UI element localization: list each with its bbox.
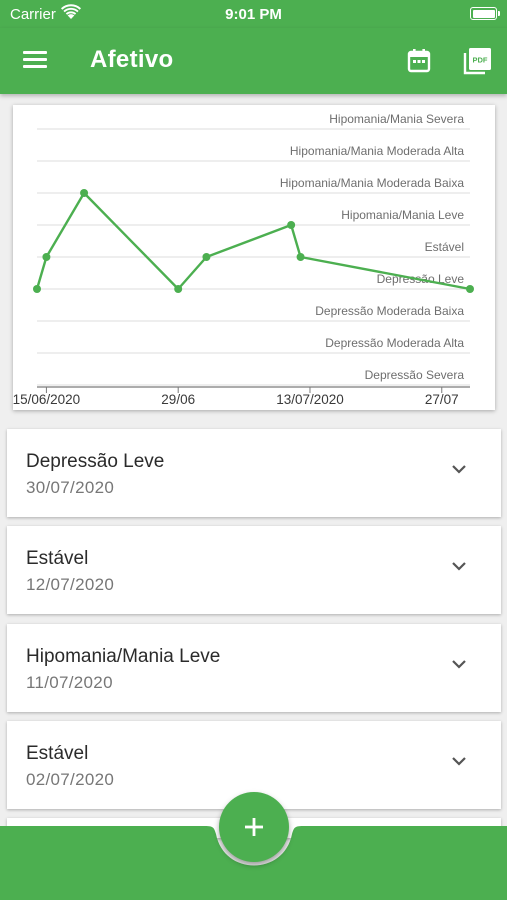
y-axis-label: Depressão Moderada Alta bbox=[325, 336, 464, 350]
mood-data-point bbox=[33, 285, 41, 293]
x-tick-label: 29/06 bbox=[161, 392, 195, 407]
y-axis-label: Hipomania/Mania Severa bbox=[329, 112, 464, 126]
entry-title: Depressão Leve bbox=[26, 451, 165, 472]
list-item[interactable]: Hipomania/Mania Leve 11/07/2020 bbox=[7, 624, 501, 712]
status-time: 9:01 PM bbox=[225, 6, 282, 23]
app-bar: Afetivo PDF bbox=[0, 28, 507, 94]
mood-data-point bbox=[42, 253, 51, 261]
entry-title: Estável bbox=[26, 548, 89, 569]
mood-data-point bbox=[202, 253, 211, 261]
y-axis-label: Estável bbox=[425, 240, 464, 254]
calendar-icon bbox=[407, 49, 431, 73]
list-item[interactable]: Estável 12/07/2020 bbox=[7, 526, 501, 614]
x-tick-label: 13/07/2020 bbox=[276, 392, 344, 407]
status-bar: Carrier 9:01 PM bbox=[0, 0, 507, 28]
entry-date: 12/07/2020 bbox=[26, 575, 115, 594]
entry-date: 02/07/2020 bbox=[26, 770, 115, 789]
y-axis-label: Hipomania/Mania Moderada Baixa bbox=[280, 176, 464, 190]
chevron-down-icon[interactable] bbox=[451, 463, 467, 475]
pdf-icon: PDF bbox=[463, 48, 491, 75]
entry-title: Hipomania/Mania Leve bbox=[26, 646, 221, 667]
menu-button[interactable] bbox=[18, 45, 52, 75]
y-axis-label: Depressão Moderada Baixa bbox=[315, 304, 464, 318]
chevron-down-icon[interactable] bbox=[451, 560, 467, 572]
entry-date: 30/07/2020 bbox=[26, 478, 115, 497]
mood-data-point bbox=[80, 189, 89, 197]
entry-title: Estável bbox=[26, 743, 89, 764]
mood-chart: Depressão Severa Depressão Moderada Alta D… bbox=[13, 105, 495, 410]
mood-data-point bbox=[466, 285, 474, 293]
x-tick-label: 27/07 bbox=[425, 392, 459, 407]
entry-date: 11/07/2020 bbox=[26, 673, 113, 692]
pdf-export-button[interactable]: PDF bbox=[460, 44, 496, 78]
add-entry-button[interactable] bbox=[219, 792, 289, 862]
mood-data-point bbox=[287, 221, 296, 229]
mood-chart-plot: Depressão Severa Depressão Moderada Alta D… bbox=[13, 112, 474, 407]
list-item[interactable]: Depressão Leve 30/07/2020 bbox=[7, 429, 501, 517]
mood-data-point bbox=[174, 285, 183, 293]
chevron-down-icon[interactable] bbox=[451, 755, 467, 767]
battery-icon bbox=[470, 7, 500, 20]
page-title: Afetivo bbox=[90, 46, 174, 73]
y-axis-label: Hipomania/Mania Leve bbox=[341, 208, 464, 222]
y-axis-label: Hipomania/Mania Moderada Alta bbox=[290, 144, 464, 158]
y-axis-label: Depressão Severa bbox=[365, 368, 465, 382]
mood-data-point bbox=[296, 253, 305, 261]
chevron-down-icon[interactable] bbox=[451, 658, 467, 670]
calendar-button[interactable] bbox=[402, 44, 436, 78]
svg-text:PDF: PDF bbox=[473, 56, 488, 65]
x-tick-label: 15/06/2020 bbox=[13, 392, 80, 407]
plus-icon bbox=[245, 818, 263, 836]
